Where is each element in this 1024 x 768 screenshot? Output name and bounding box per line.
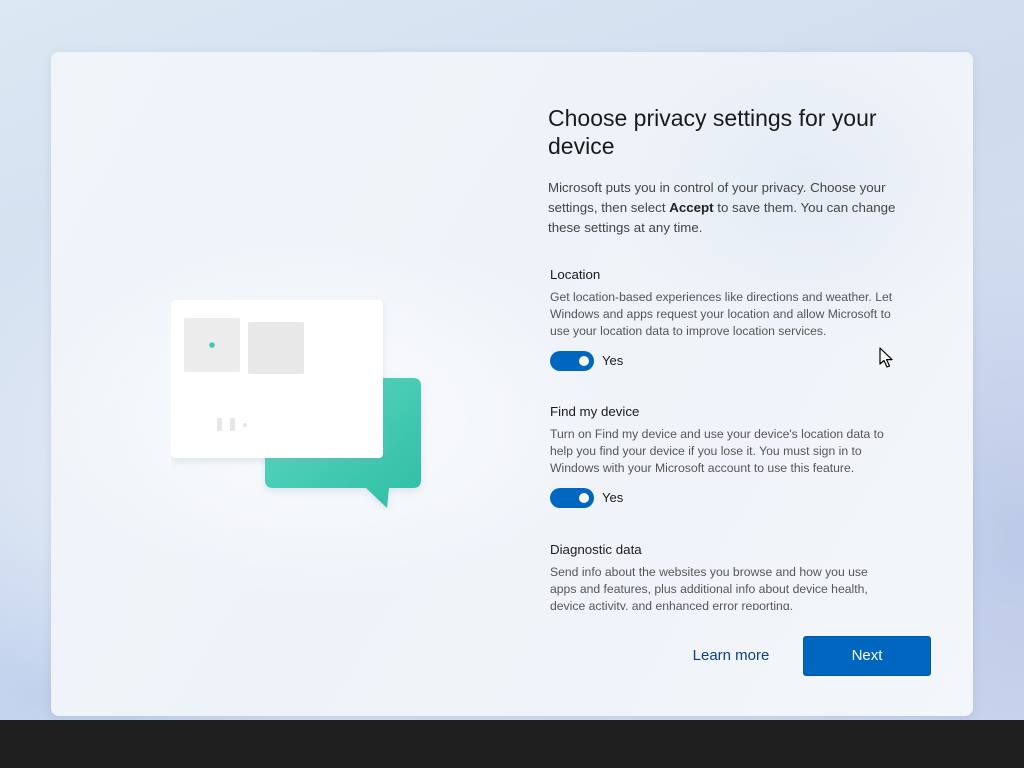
- oobe-dialog: Choose privacy settings for your device …: [51, 52, 973, 716]
- setting-title-location: Location: [550, 267, 601, 282]
- find-my-device-toggle-label: Yes: [602, 490, 624, 506]
- setting-title-find-my-device: Find my device: [550, 404, 640, 419]
- location-toggle-row: Yes: [550, 350, 895, 371]
- intro-accept-emphasis: Accept: [669, 200, 714, 215]
- toggle-knob: [579, 355, 589, 366]
- find-my-device-toggle[interactable]: [550, 487, 594, 508]
- setting-diagnostic-data: Diagnostic data Send info about the webs…: [550, 541, 895, 610]
- location-toggle-label: Yes: [602, 353, 624, 369]
- setting-desc-find-my-device: Turn on Find my device and use your devi…: [550, 427, 884, 476]
- toggle-knob: [579, 492, 589, 503]
- arrow-cursor-icon: [879, 347, 895, 369]
- next-button[interactable]: Next: [803, 636, 931, 676]
- privacy-chat-illustration: [171, 300, 431, 510]
- browser-window-shape: [171, 300, 383, 458]
- setting-desc-diagnostic-data: Send info about the websites you browse …: [550, 565, 868, 610]
- intro-text: Microsoft puts you in control of your pr…: [548, 178, 918, 238]
- privacy-content: Choose privacy settings for your device …: [548, 52, 928, 716]
- learn-more-link[interactable]: Learn more: [678, 636, 784, 676]
- find-my-device-toggle-row: Yes: [550, 487, 895, 508]
- setting-desc-location: Get location-based experiences like dire…: [550, 290, 893, 339]
- page-title: Choose privacy settings for your device: [548, 105, 877, 159]
- setting-find-my-device: Find my device Turn on Find my device an…: [550, 403, 895, 508]
- taskbar: [0, 720, 1024, 768]
- settings-scroll-area[interactable]: Location Get location-based experiences …: [550, 262, 895, 610]
- setting-title-diagnostic-data: Diagnostic data: [550, 542, 642, 557]
- setting-location: Location Get location-based experiences …: [550, 266, 895, 371]
- location-toggle[interactable]: [550, 350, 594, 371]
